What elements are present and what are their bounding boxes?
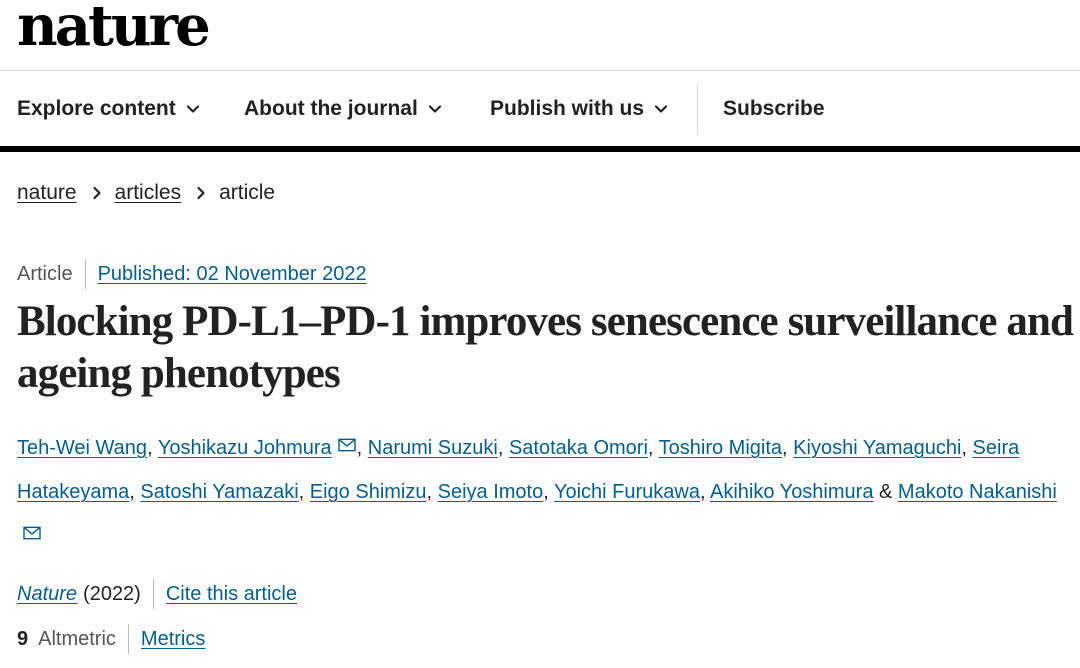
- chevron-down-icon: [428, 104, 441, 113]
- author-separator: ,: [129, 481, 141, 503]
- author-link[interactable]: Yoichi Furukawa: [554, 481, 700, 503]
- nav-about-journal[interactable]: About the journal: [244, 71, 442, 146]
- metrics-line: 9 Altmetric Metrics: [17, 624, 205, 654]
- chevron-right-icon: [92, 186, 101, 200]
- author-link[interactable]: Satotaka Omori: [509, 437, 648, 459]
- chevron-down-icon: [186, 104, 199, 113]
- nav-about-journal-label: About the journal: [244, 96, 418, 120]
- nav-subscribe[interactable]: Subscribe: [723, 71, 825, 146]
- author-link[interactable]: Seiya Imoto: [438, 481, 544, 503]
- breadcrumb-articles[interactable]: articles: [115, 181, 182, 205]
- chevron-down-icon: [654, 104, 668, 113]
- author-link[interactable]: Satoshi Yamazaki: [140, 481, 298, 503]
- article-type: Article: [17, 262, 73, 285]
- author-link[interactable]: Teh-Wei Wang: [17, 437, 147, 459]
- author-link[interactable]: Eigo Shimizu: [310, 481, 427, 503]
- author-separator: ,: [426, 481, 438, 503]
- main-nav: Explore content About the journal Publis…: [0, 71, 1080, 146]
- nav-bottom-rule: [0, 146, 1080, 152]
- author-separator: ,: [543, 481, 554, 503]
- author-separator: ,: [356, 437, 368, 459]
- author-link[interactable]: Makoto Nakanishi: [898, 481, 1057, 503]
- published-date-link[interactable]: Published: 02 November 2022: [98, 263, 367, 286]
- author-separator: ,: [147, 437, 158, 459]
- metrics-divider: [127, 624, 129, 654]
- publication-year: (2022): [83, 582, 141, 605]
- meta-divider: [84, 259, 86, 289]
- breadcrumb-current: article: [219, 181, 276, 204]
- metrics-link[interactable]: Metrics: [141, 628, 205, 651]
- journal-link[interactable]: Nature: [17, 583, 77, 606]
- nav-explore-content[interactable]: Explore content: [17, 71, 200, 146]
- author-list: Teh-Wei Wang, Yoshikazu Johmura, Narumi …: [17, 426, 1077, 558]
- author-link[interactable]: Kiyoshi Yamaguchi: [793, 437, 961, 459]
- author-separator: ,: [700, 481, 711, 503]
- nature-logo[interactable]: nature: [17, 0, 211, 54]
- site-header: nature: [0, 0, 1080, 71]
- breadcrumb-nature[interactable]: nature: [17, 181, 77, 205]
- nav-publish-with-us[interactable]: Publish with us: [490, 71, 668, 146]
- citation-line: Nature (2022) Cite this article: [17, 579, 297, 609]
- nav-explore-content-label: Explore content: [17, 96, 176, 120]
- cite-this-article-link[interactable]: Cite this article: [166, 583, 297, 606]
- author-separator: ,: [497, 437, 509, 459]
- cite-divider: [152, 579, 154, 609]
- chevron-right-icon: [197, 186, 205, 200]
- breadcrumb: nature articles article: [17, 181, 275, 205]
- nav-divider: [697, 83, 698, 135]
- altmetric-label: Altmetric: [38, 627, 116, 650]
- author-separator: ,: [782, 437, 794, 459]
- nav-subscribe-label: Subscribe: [723, 96, 825, 120]
- author-separator: ,: [298, 481, 310, 503]
- author-separator: ,: [647, 437, 659, 459]
- email-icon[interactable]: [22, 525, 42, 541]
- author-separator: &: [873, 481, 898, 503]
- author-link[interactable]: Akihiko Yoshimura: [710, 481, 873, 503]
- author-link[interactable]: Yoshikazu Johmura: [158, 437, 332, 459]
- author-separator: ,: [961, 437, 973, 459]
- altmetric-count: 9: [17, 627, 29, 650]
- author-link[interactable]: Toshiro Migita: [659, 437, 782, 459]
- nav-publish-with-us-label: Publish with us: [490, 96, 645, 120]
- article-title: Blocking PD-L1–PD-1 improves senescence …: [17, 298, 1074, 397]
- article-meta: Article Published: 02 November 2022: [17, 259, 367, 289]
- email-icon[interactable]: [337, 437, 357, 453]
- author-link[interactable]: Narumi Suzuki: [368, 437, 498, 459]
